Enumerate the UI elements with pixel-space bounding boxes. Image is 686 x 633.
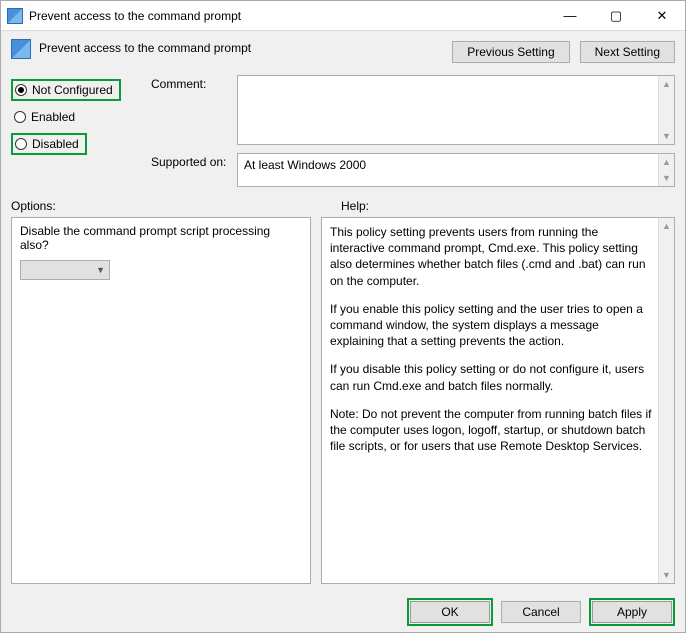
chevron-down-icon: ▼: [662, 567, 671, 583]
supported-on-field: At least Windows 2000 ▲▼: [237, 153, 675, 187]
next-setting-button[interactable]: Next Setting: [580, 41, 675, 63]
dialog-footer: OK Cancel Apply: [1, 592, 685, 632]
option-question-text: Disable the command prompt script proces…: [20, 224, 302, 252]
chevron-down-icon: ▼: [662, 170, 671, 186]
radio-dot-icon: [15, 84, 27, 96]
radio-disabled[interactable]: Disabled: [11, 133, 87, 155]
apply-button[interactable]: Apply: [592, 601, 672, 623]
help-section-label: Help:: [341, 199, 369, 213]
radio-label: Enabled: [31, 110, 75, 124]
cancel-button[interactable]: Cancel: [501, 601, 581, 623]
chevron-down-icon: ▼: [662, 128, 671, 144]
group-policy-editor-window: Prevent access to the command prompt ― ▢…: [0, 0, 686, 633]
options-section-label: Options:: [11, 199, 341, 213]
chevron-up-icon: ▲: [662, 154, 671, 170]
radio-dot-icon: [15, 138, 27, 150]
comment-label: Comment:: [151, 75, 231, 91]
help-paragraph: If you enable this policy setting and th…: [330, 301, 652, 350]
chevron-up-icon: ▲: [662, 76, 671, 92]
scrollbar[interactable]: ▲▼: [658, 76, 674, 144]
chevron-up-icon: ▲: [662, 218, 671, 234]
policy-title: Prevent access to the command prompt: [39, 39, 444, 55]
help-paragraph: Note: Do not prevent the computer from r…: [330, 406, 652, 455]
maximize-button[interactable]: ▢: [593, 1, 639, 31]
help-pane: This policy setting prevents users from …: [321, 217, 675, 584]
minimize-button[interactable]: ―: [547, 1, 593, 31]
window-title: Prevent access to the command prompt: [29, 9, 241, 23]
scrollbar[interactable]: ▲▼: [658, 154, 674, 186]
titlebar: Prevent access to the command prompt ― ▢…: [1, 1, 685, 31]
radio-enabled[interactable]: Enabled: [11, 109, 151, 125]
radio-label: Disabled: [32, 137, 79, 151]
policy-icon: [11, 39, 31, 59]
options-pane: Disable the command prompt script proces…: [11, 217, 311, 584]
supported-on-label: Supported on:: [151, 153, 231, 169]
radio-not-configured[interactable]: Not Configured: [11, 79, 121, 101]
scrollbar[interactable]: ▲▼: [658, 218, 674, 583]
option-dropdown[interactable]: ▼: [20, 260, 110, 280]
radio-label: Not Configured: [32, 83, 113, 97]
previous-setting-button[interactable]: Previous Setting: [452, 41, 569, 63]
radio-dot-icon: [14, 111, 26, 123]
supported-on-value: At least Windows 2000: [244, 158, 366, 172]
help-paragraph: This policy setting prevents users from …: [330, 224, 652, 289]
chevron-down-icon: ▼: [96, 265, 105, 275]
app-icon: [7, 8, 23, 24]
ok-button[interactable]: OK: [410, 601, 490, 623]
close-button[interactable]: ✕: [639, 1, 685, 31]
help-paragraph: If you disable this policy setting or do…: [330, 361, 652, 393]
comment-textarea[interactable]: ▲▼: [237, 75, 675, 145]
